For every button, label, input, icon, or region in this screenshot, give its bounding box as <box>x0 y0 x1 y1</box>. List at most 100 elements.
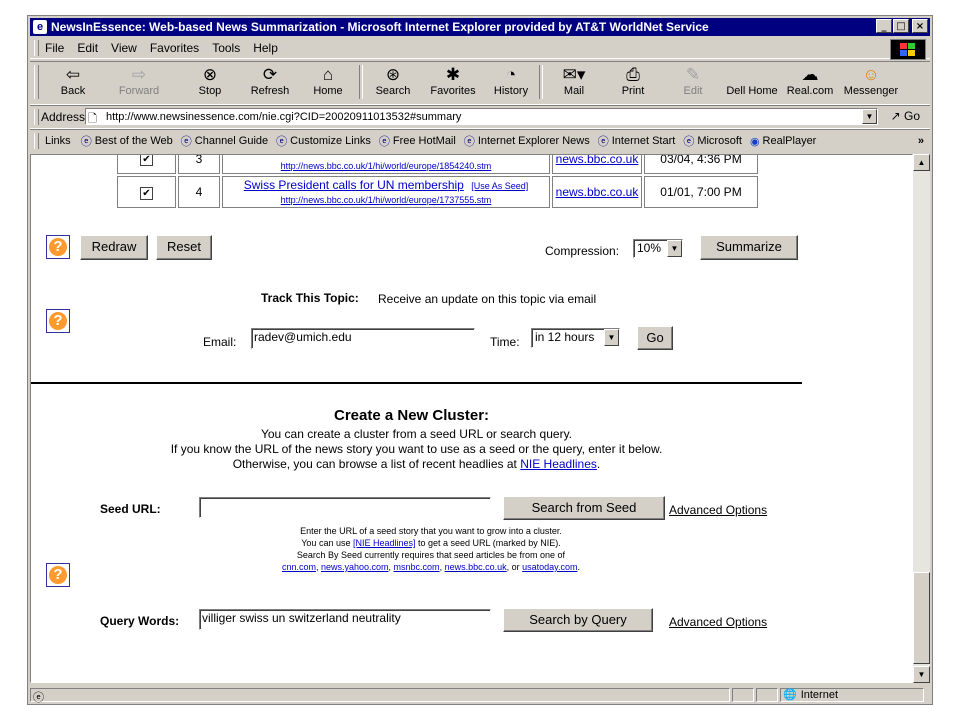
close-button[interactable]: × <box>912 19 928 33</box>
menu-tools[interactable]: Tools <box>212 41 240 55</box>
menu-edit[interactable]: Edit <box>77 41 98 55</box>
article-title-link[interactable]: Swiss President calls for UN membership <box>244 178 464 192</box>
link-best-of-the-web[interactable]: ⓔ Best of the Web <box>81 133 173 149</box>
track-topic-heading: Track This Topic: <box>261 291 359 305</box>
favorites-button[interactable]: ✱ Favorites <box>423 62 483 97</box>
site-link[interactable]: msnbc.com <box>394 562 440 572</box>
scroll-down-button[interactable]: ▼ <box>913 666 930 683</box>
realplayer-icon: ◉ <box>749 135 760 148</box>
help-icon[interactable]: ? <box>46 309 70 333</box>
toolbar-grip[interactable] <box>34 109 39 125</box>
redraw-button[interactable]: Redraw <box>80 235 148 260</box>
standard-toolbar: ⇦ Back ⇨ Forward ⊗ Stop ⟳ Refresh ⌂ Home… <box>30 61 930 105</box>
mail-button[interactable]: ✉▾ Mail <box>543 62 605 97</box>
site-link[interactable]: news.bbc.co.uk <box>445 562 507 572</box>
mail-icon: ✉▾ <box>562 65 586 84</box>
print-button[interactable]: ⎙ Print <box>605 62 661 97</box>
site-link[interactable]: cnn.com <box>282 562 316 572</box>
home-button[interactable]: ⌂ Home <box>297 62 359 97</box>
menu-favorites[interactable]: Favorites <box>150 41 199 55</box>
email-field[interactable]: radev@umich.edu <box>251 328 475 349</box>
history-button[interactable]: ◔ History <box>483 62 539 97</box>
track-go-button[interactable]: Go <box>637 326 673 350</box>
scroll-thumb[interactable] <box>913 572 930 664</box>
nie-headlines-link[interactable]: [NIE Headlines] <box>353 538 416 548</box>
nie-headlines-link[interactable]: NIE Headlines <box>520 457 597 471</box>
seed-notes: Enter the URL of a seed story that you w… <box>281 526 581 572</box>
site-link[interactable]: usatoday.com <box>522 562 577 572</box>
refresh-button[interactable]: ⟳ Refresh <box>243 62 297 97</box>
query-words-label: Query Words: <box>100 614 180 628</box>
address-dropdown-button[interactable]: ▼ <box>862 109 877 124</box>
vertical-scrollbar[interactable]: ▲ ▼ <box>913 154 930 683</box>
zone-label: Internet <box>800 688 839 701</box>
search-by-query-button[interactable]: Search by Query <box>503 608 653 632</box>
time-select[interactable]: in 12 hours ▼ <box>531 328 620 348</box>
page-done-icon: ⓔ <box>33 691 44 704</box>
ie-page-icon: ⓔ <box>597 136 609 148</box>
compression-select[interactable]: 10% ▼ <box>633 239 683 258</box>
link-realplayer[interactable]: ◉ RealPlayer <box>750 135 816 148</box>
link-channel-guide[interactable]: ⓔ Channel Guide <box>181 133 268 149</box>
messenger-button[interactable]: ☺ Messenger <box>841 62 901 97</box>
ie-page-icon: ⓔ <box>80 136 92 148</box>
menu-view[interactable]: View <box>111 41 137 55</box>
table-row: ✔ 3 http://news.bbc.co.uk/1/hi/world/eur… <box>117 155 758 174</box>
toolbar-grip[interactable] <box>34 133 39 149</box>
minimize-button[interactable]: _ <box>876 19 892 33</box>
forward-button[interactable]: ⇨ Forward <box>101 62 177 97</box>
link-microsoft[interactable]: ⓔ Microsoft <box>683 133 742 149</box>
back-button[interactable]: ⇦ Back <box>45 62 101 97</box>
stop-button[interactable]: ⊗ Stop <box>177 62 243 97</box>
refresh-icon: ⟳ <box>262 65 278 84</box>
search-from-seed-button[interactable]: Search from Seed <box>503 496 665 520</box>
divider <box>31 382 802 384</box>
site-link[interactable]: news.yahoo.com <box>321 562 389 572</box>
row-checkbox[interactable]: ✔ <box>140 186 153 200</box>
edit-button[interactable]: ✎ Edit <box>661 62 725 97</box>
article-url[interactable]: http://news.bbc.co.uk/1/hi/world/europe/… <box>281 195 492 205</box>
go-button[interactable]: ↗ Go <box>891 109 920 123</box>
source-link[interactable]: news.bbc.co.uk <box>556 185 639 199</box>
link-customize-links[interactable]: ⓔ Customize Links <box>276 133 371 149</box>
link-ie-news[interactable]: ⓔ Internet Explorer News <box>464 133 590 149</box>
advanced-options-link[interactable]: Advanced Options <box>669 503 767 517</box>
maximize-button[interactable]: □ <box>893 19 909 33</box>
search-button[interactable]: ⊛ Search <box>363 62 423 97</box>
help-icon[interactable]: ? <box>46 235 70 259</box>
summarize-button[interactable]: Summarize <box>700 235 798 260</box>
query-words-input[interactable]: villiger swiss un switzerland neutrality <box>199 609 491 630</box>
row-checkbox[interactable]: ✔ <box>140 155 153 166</box>
messenger-icon: ☺ <box>862 65 880 84</box>
forward-arrow-icon: ⇨ <box>131 65 147 84</box>
seed-url-input[interactable] <box>199 497 491 518</box>
menu-help[interactable]: Help <box>253 41 278 55</box>
address-bar: Address 🗋 http://www.newsinessence.com/n… <box>30 105 930 129</box>
link-internet-start[interactable]: ⓔ Internet Start <box>598 133 676 149</box>
globe-icon: 🌐 <box>783 689 797 701</box>
article-date: 01/01, 7:00 PM <box>644 176 758 208</box>
track-topic-text: Receive an update on this topic via emai… <box>378 292 597 306</box>
address-input[interactable]: 🗋 http://www.newsinessence.com/nie.cgi?C… <box>85 108 878 125</box>
link-free-hotmail[interactable]: ⓔ Free HotMail <box>379 133 456 149</box>
address-label: Address <box>41 110 86 124</box>
links-label: Links <box>45 135 71 147</box>
dell-home-button[interactable]: Dell Home <box>725 62 779 97</box>
menu-file[interactable]: File <box>45 41 64 55</box>
links-bar: Links ⓔ Best of the Web ⓔ Channel Guide ⓔ C… <box>30 129 930 152</box>
article-url[interactable]: http://news.bbc.co.uk/1/hi/world/europe/… <box>281 161 492 171</box>
links-more-chevron[interactable]: » <box>918 135 924 147</box>
menu-bar: File Edit View Favorites Tools Help <box>30 38 930 60</box>
edit-icon: ✎ <box>685 65 701 84</box>
source-link[interactable]: news.bbc.co.uk <box>556 155 639 166</box>
advanced-options-link[interactable]: Advanced Options <box>669 615 767 629</box>
ie-page-icon: ⓔ <box>276 136 288 148</box>
use-as-seed-link[interactable]: [Use As Seed] <box>471 181 528 191</box>
toolbar-grip[interactable] <box>34 40 39 56</box>
help-icon[interactable]: ? <box>46 563 70 587</box>
table-row: ✔ 4 Swiss President calls for UN members… <box>117 176 758 208</box>
realcom-button[interactable]: ☁ Real.com <box>779 62 841 97</box>
reset-button[interactable]: Reset <box>156 235 212 260</box>
scroll-up-button[interactable]: ▲ <box>913 154 930 171</box>
toolbar-grip[interactable] <box>34 65 39 99</box>
